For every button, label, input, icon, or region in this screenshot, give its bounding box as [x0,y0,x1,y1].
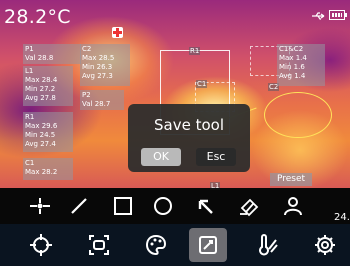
crosshair-icon[interactable] [22,228,60,262]
panel-p2-title: P2 [82,91,91,99]
point-tool-icon[interactable] [27,194,53,218]
center-cross-icon [112,27,123,38]
panel-r1: R1 Max 29.6 Min 24.5 Avg 27.4 [23,112,73,152]
panel-r1-min: Min 24.5 [25,131,56,139]
panel-r1-avg: Avg 27.4 [25,140,56,148]
settings-icon[interactable] [306,228,344,262]
panel-c1c2-min: Min 1.6 [279,63,305,71]
panel-l1-max: Max 28.4 [25,76,58,84]
panel-p2: P2 Val 28.7 [80,90,124,110]
measurement-tools-bar [0,188,350,224]
panel-r1-title: R1 [25,113,35,121]
panel-c1c2-max: Max 1.4 [279,54,307,62]
panel-l1-min: Min 27.2 [25,85,56,93]
panel-c2-max: Max 28.5 [82,54,115,62]
panel-c2-avg: Avg 27.3 [82,72,113,80]
ellipse-region[interactable] [264,92,332,138]
panel-c1: C1 Max 28.2 [23,158,73,180]
ok-button[interactable]: OK [141,148,181,166]
panel-p2-val: Val 28.7 [82,100,111,108]
usb-icon [312,12,325,20]
panel-c1c2-avg: Avg 1.4 [279,72,306,80]
center-temperature: 28.2°C [4,6,71,28]
panel-c2: C2 Max 28.5 Min 26.3 Avg 27.3 [80,44,130,86]
circle-tool-icon[interactable] [150,194,176,218]
panel-p1-title: P1 [25,45,34,53]
panel-l1: L1 Max 28.4 Min 27.2 Avg 27.8 [23,66,73,106]
panel-p1-val: Val 28.8 [25,54,54,62]
panel-c1-max: Max 28.2 [25,168,58,176]
panel-c1-title: C1 [25,159,35,167]
panel-c2-min: Min 26.3 [82,63,113,71]
side-number: 24. [334,212,350,223]
preset-button[interactable]: Preset [270,173,312,186]
panel-l1-title: L1 [25,67,34,75]
save-tool-dialog: Save tool OK Esc [128,104,250,172]
panel-p1: P1 Val 28.8 [23,44,81,64]
line-tool-icon[interactable] [66,194,92,218]
panel-c2-title: C2 [82,45,92,53]
panel-l1-avg: Avg 27.8 [25,94,56,102]
measure-tool-icon[interactable] [189,228,227,262]
eraser-tool-icon[interactable] [236,194,262,218]
label-c1: C1 [196,80,208,88]
user-tool-icon[interactable] [280,194,306,218]
arrow-tool-icon[interactable] [193,194,219,218]
panel-c1c2-title: C1&C2 [279,45,304,53]
panel-c1c2: C1&C2 Max 1.4 Min 1.6 Avg 1.4 [277,44,325,86]
thermal-camera-screen: R1 C1 C2 L1 28.2°C P1 Val 28.8 L1 Max 28… [0,0,350,266]
palette-icon[interactable] [137,228,175,262]
thermometer-icon[interactable] [248,228,286,262]
main-menu-bar [0,224,350,266]
rectangle-tool-icon[interactable] [110,194,136,218]
label-r1: R1 [189,47,201,55]
esc-button[interactable]: Esc [196,148,236,166]
panel-r1-max: Max 29.6 [25,122,58,130]
dialog-title: Save tool [154,116,224,134]
image-mode-icon[interactable] [80,228,118,262]
battery-icon [329,10,347,20]
